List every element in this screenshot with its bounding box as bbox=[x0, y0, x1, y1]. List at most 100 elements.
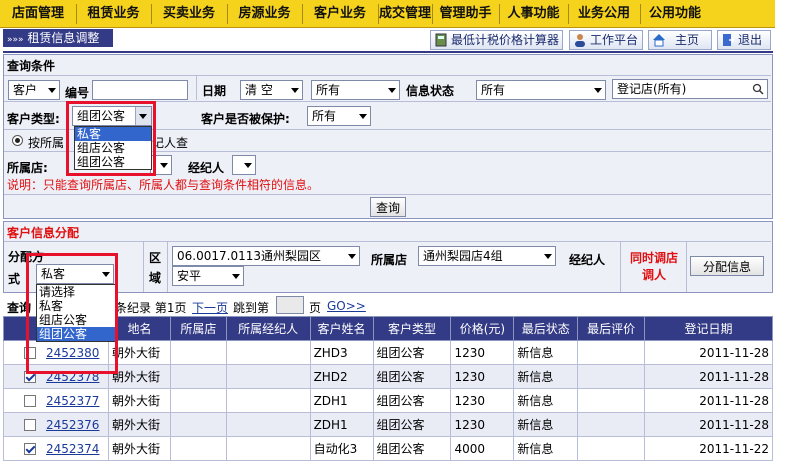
header-cell: 最后状态 bbox=[513, 316, 579, 341]
cell-store bbox=[169, 388, 227, 413]
pager-info: 条纪录 第1页 bbox=[115, 301, 187, 315]
nav-separator bbox=[227, 4, 228, 24]
record-id-link[interactable]: 2452376 bbox=[46, 418, 99, 432]
area-label-b: 域 bbox=[149, 271, 162, 285]
status-select[interactable]: 所有 bbox=[476, 80, 606, 100]
search-button[interactable]: 查询 bbox=[370, 197, 406, 217]
date-range-select[interactable]: 所有 bbox=[311, 80, 400, 100]
table-header-row: 地名 所属店 所属经纪人 客户姓名 客户类型 价格(元) 最后状态 最后评价 登… bbox=[3, 316, 773, 341]
title-prefix: »»» bbox=[7, 35, 24, 45]
page-unit-label: 页 bbox=[309, 301, 322, 315]
cell-review bbox=[577, 364, 646, 389]
header-cell: 所属店 bbox=[169, 316, 227, 341]
area-select[interactable]: 06.0017.0113通州梨园区 bbox=[172, 246, 360, 266]
cell-status: 新信息 bbox=[513, 364, 579, 389]
row-checkbox[interactable] bbox=[24, 395, 36, 407]
agent-select[interactable] bbox=[232, 155, 256, 175]
page-title: 租赁信息调整 bbox=[27, 31, 100, 45]
cell-place: 朝外大街 bbox=[107, 412, 171, 437]
cell-date: 2011-11-28 bbox=[644, 364, 773, 389]
cell-name: ZDH1 bbox=[309, 388, 374, 413]
table-row[interactable]: 2452376 朝外大街 ZDH1 组团公客 1230 新信息 2011-11-28 bbox=[3, 412, 773, 437]
agent-label: 经纪人 bbox=[188, 161, 225, 175]
tax-calculator-label: 最低计税价格计算器 bbox=[451, 33, 560, 47]
assign-divider-2 bbox=[167, 241, 168, 292]
area-label-a: 区 bbox=[149, 251, 162, 265]
cell-review bbox=[577, 436, 646, 461]
jump-label: 跳到第 bbox=[233, 301, 270, 315]
cell-type: 组团公客 bbox=[372, 412, 452, 437]
nav-item[interactable]: 租赁业务 bbox=[76, 0, 151, 28]
assign-button[interactable]: 分配信息 bbox=[690, 256, 764, 276]
nav-separator bbox=[76, 4, 77, 24]
table-row[interactable]: 2452378 朝外大街 ZHD2 组团公客 1230 新信息 2011-11-28 bbox=[3, 364, 773, 389]
nav-separator bbox=[499, 4, 500, 24]
query-section-title: 查询条件 bbox=[7, 59, 56, 73]
logout-label: 退出 bbox=[738, 33, 763, 47]
date-clear-select[interactable]: 清 空 bbox=[240, 80, 303, 100]
table-row[interactable]: 2452377 朝外大街 ZDH1 组团公客 1230 新信息 2011-11-28 bbox=[3, 388, 773, 413]
method-label-b: 式 bbox=[8, 272, 21, 286]
query-type-select[interactable]: 客户 bbox=[8, 80, 60, 100]
nav-item[interactable]: 管理助手 bbox=[432, 0, 499, 28]
next-page-link[interactable]: 下一页 bbox=[192, 299, 228, 316]
nav-item[interactable]: 买卖业务 bbox=[151, 0, 227, 28]
row-checkbox[interactable] bbox=[24, 419, 36, 431]
record-id-link[interactable]: 2452374 bbox=[46, 442, 99, 456]
select-cell: 2452376 bbox=[3, 412, 109, 437]
nav-item[interactable]: 店面管理 bbox=[0, 0, 76, 28]
nav-separator bbox=[568, 4, 569, 24]
cell-date: 2011-11-22 bbox=[644, 436, 773, 461]
nav-item[interactable]: 客户业务 bbox=[302, 0, 378, 28]
workbench-label: 工作平台 bbox=[590, 33, 639, 47]
go-link[interactable]: GO>> bbox=[327, 299, 366, 313]
search-icon[interactable] bbox=[752, 83, 764, 95]
nav-item[interactable]: 成交管理 bbox=[378, 0, 432, 28]
jump-page-input[interactable] bbox=[276, 296, 304, 314]
nav-item[interactable]: 房源业务 bbox=[227, 0, 302, 28]
assign-divider-1 bbox=[143, 241, 144, 292]
results-table: 地名 所属店 所属经纪人 客户姓名 客户类型 价格(元) 最后状态 最后评价 登… bbox=[3, 316, 773, 461]
select-cell: 2452377 bbox=[3, 388, 109, 413]
callout-box-assign-method bbox=[26, 253, 118, 374]
cell-name: ZDH1 bbox=[309, 412, 374, 437]
store-filter-value: 登记店(所有) bbox=[617, 82, 687, 96]
cell-status: 新信息 bbox=[513, 388, 579, 413]
callout-box-customer-type bbox=[66, 101, 156, 176]
query-mode-radio[interactable] bbox=[12, 135, 23, 146]
protected-select[interactable]: 所有 bbox=[307, 106, 371, 126]
code-input[interactable] bbox=[92, 80, 188, 100]
home-button[interactable]: 主页 bbox=[648, 30, 712, 50]
cell-agent bbox=[225, 364, 311, 389]
nav-item[interactable]: 公用功能 bbox=[640, 0, 710, 28]
district-select[interactable]: 安平 bbox=[172, 266, 244, 286]
nav-separator bbox=[302, 4, 303, 24]
header-cell: 所属经纪人 bbox=[225, 316, 311, 341]
sync-label-a: 同时调店 bbox=[630, 251, 679, 265]
record-id-link[interactable]: 2452377 bbox=[46, 394, 99, 408]
workbench-button[interactable]: 工作平台 bbox=[569, 30, 643, 50]
cell-name: ZHD3 bbox=[309, 340, 374, 365]
nav-item[interactable]: 人事功能 bbox=[499, 0, 568, 28]
nav-item[interactable]: 业务公用 bbox=[568, 0, 640, 28]
header-cell: 客户类型 bbox=[372, 316, 452, 341]
home-label: 主页 bbox=[675, 33, 700, 47]
user-icon bbox=[575, 34, 585, 47]
cell-status: 新信息 bbox=[513, 412, 579, 437]
cell-type: 组团公客 bbox=[372, 388, 452, 413]
query-divider-1 bbox=[196, 75, 197, 100]
page-title-bar: »»» 租赁信息调整 bbox=[3, 29, 113, 47]
table-row[interactable]: 2452380 朝外大街 ZHD3 组团公客 1230 新信息 2011-11-28 bbox=[3, 340, 773, 365]
logout-button[interactable]: 退出 bbox=[717, 30, 771, 50]
cell-price: 1230 bbox=[450, 412, 515, 437]
nav-separator bbox=[151, 4, 152, 24]
assign-store-select[interactable]: 通州梨园店4组 bbox=[418, 246, 556, 266]
header-cell: 价格(元) bbox=[450, 316, 515, 341]
calculator-icon bbox=[435, 33, 447, 47]
customer-type-label: 客户类型: bbox=[7, 112, 60, 126]
store-filter-input[interactable]: 登记店(所有) bbox=[612, 79, 768, 99]
table-row[interactable]: 2452374 朝外大街 自动化3 组团公客 4000 新信息 2011-11-22 bbox=[3, 436, 773, 461]
tax-calculator-button[interactable]: 最低计税价格计算器 bbox=[430, 30, 563, 50]
date-label: 日期 bbox=[202, 84, 227, 98]
row-checkbox[interactable] bbox=[24, 443, 36, 455]
